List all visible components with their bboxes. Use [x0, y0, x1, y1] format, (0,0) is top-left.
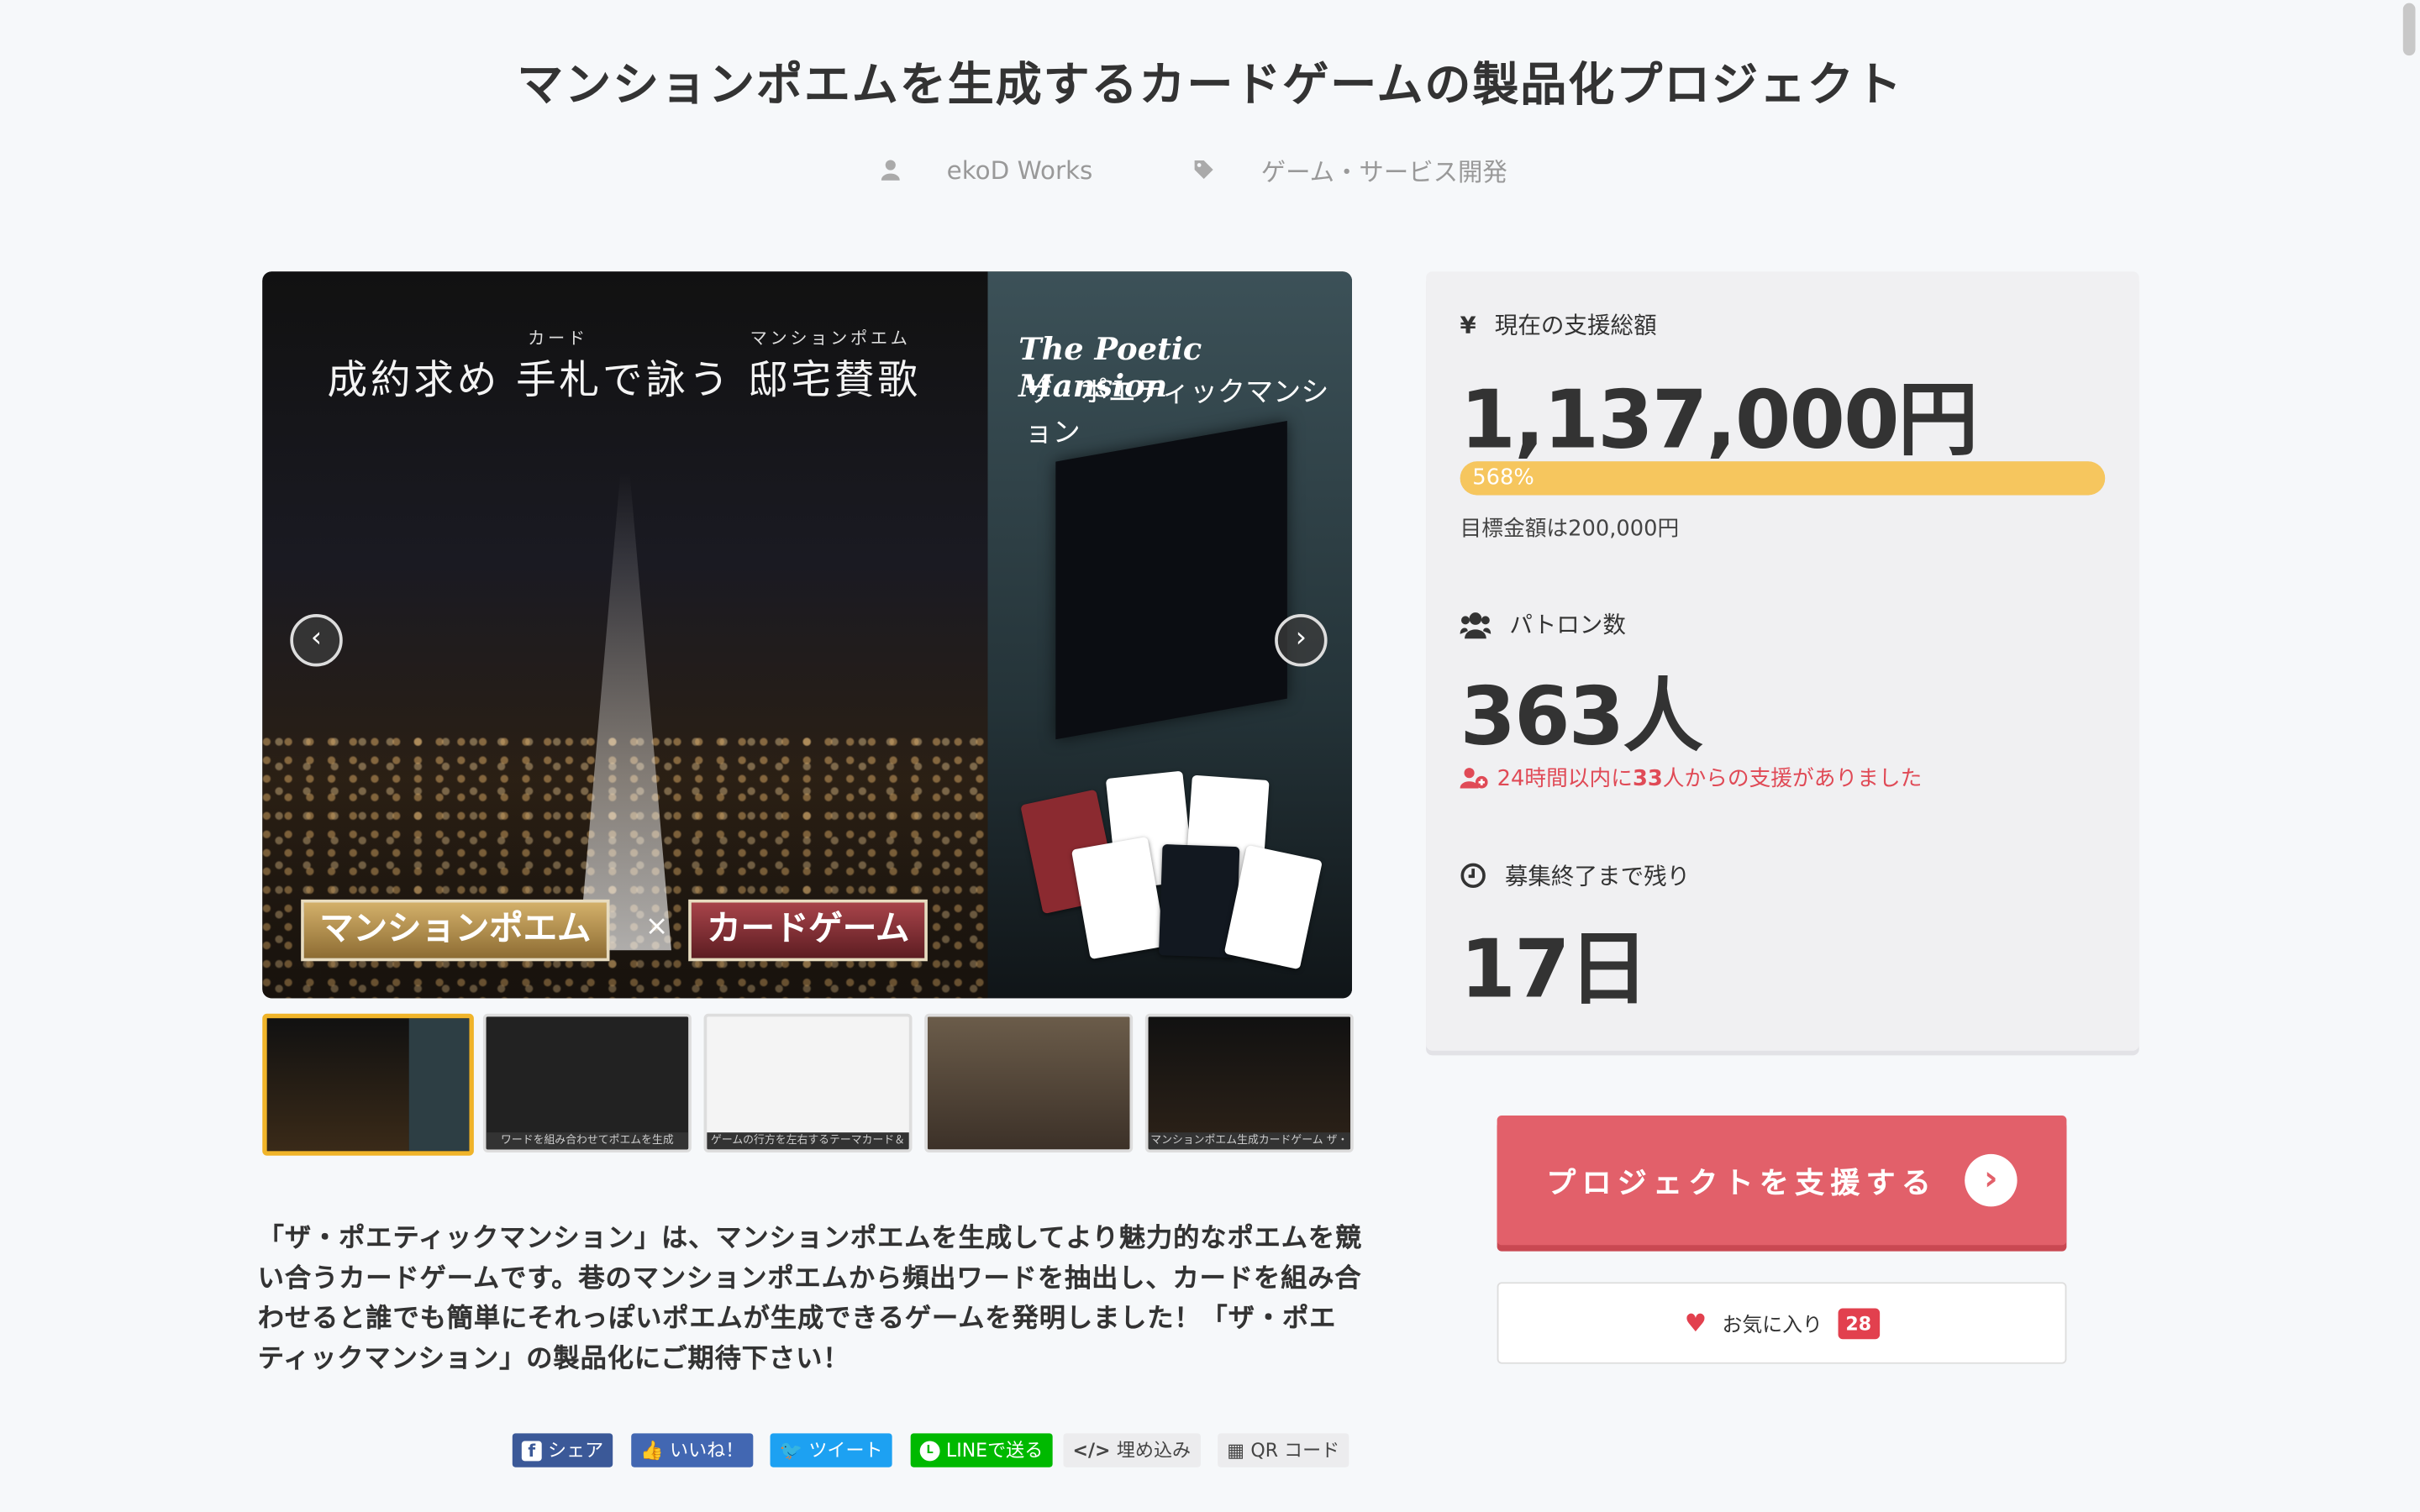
thumb-bg: [266, 1018, 409, 1152]
favorite-label: お気に入り: [1722, 1314, 1823, 1338]
badge-card-game: カードゲーム: [688, 899, 929, 962]
facebook-share-button[interactable]: f シェア: [512, 1433, 613, 1467]
headline-ruby-poem: マンションポエム: [750, 328, 911, 349]
favorite-button[interactable]: ♥ お気に入り 28: [1497, 1282, 2067, 1364]
qr-code-icon: ▦: [1227, 1439, 1245, 1462]
twitter-icon: 🐦: [779, 1439, 803, 1462]
page-title: マンションポエムを生成するカードゲームの製品化プロジェクト: [517, 58, 1903, 113]
funding-label-text: 現在の支援総額: [1494, 312, 1657, 340]
funding-label: ¥ 現在の支援総額: [1460, 308, 1657, 341]
yen-icon: ¥: [1460, 311, 1476, 339]
times-sign: ×: [644, 910, 669, 943]
game-box: [1055, 421, 1287, 740]
facebook-icon: f: [521, 1440, 542, 1461]
users-icon: [1460, 612, 1491, 638]
clock-icon: [1460, 863, 1486, 889]
headline-ruby-card: カード: [528, 328, 588, 349]
support-project-button[interactable]: プロジェクトを支援する ›: [1497, 1115, 2067, 1246]
chevron-right-icon: ›: [1965, 1153, 2018, 1207]
next-slide-button[interactable]: ›: [1275, 614, 1328, 667]
thumbnail-2[interactable]: ワードを組み合わせてポエムを生成: [482, 1013, 692, 1153]
category-name: ゲーム・サービス開発: [1260, 157, 1507, 187]
line-share-label: LINEで送る: [945, 1439, 1044, 1462]
funding-progress-bar: 568%: [1460, 461, 2106, 496]
funding-amount: 1,137,000円: [1460, 375, 1979, 468]
code-icon: </>: [1072, 1439, 1111, 1462]
user-plus-icon: [1460, 768, 1488, 789]
project-meta: ekoD Works ゲーム・サービス開発: [0, 151, 2420, 188]
remaining-days: 17日: [1460, 924, 1649, 1017]
light-beam: [578, 472, 671, 951]
user-icon: [881, 160, 901, 181]
scrollbar[interactable]: [2398, 0, 2420, 1512]
thumbnail-caption: ワードを組み合わせてポエムを生成: [486, 1132, 689, 1150]
thumbnail-4[interactable]: [924, 1013, 1134, 1153]
author-name: ekoD Works: [946, 155, 1093, 185]
line-icon: L: [919, 1440, 940, 1461]
qr-code-label: QR コード: [1250, 1439, 1340, 1462]
thumbnail-caption: ゲームの行方を左右するテーマカード＆アクションカード: [707, 1132, 909, 1150]
qr-code-button[interactable]: ▦ QR コード: [1218, 1433, 1349, 1467]
funding-goal: 目標金額は200,000円: [1460, 517, 1680, 542]
recent-count: 33: [1632, 766, 1663, 792]
facebook-share-label: シェア: [548, 1439, 604, 1462]
hero-image: カード マンションポエム 成約求め 手札で詠う 邸宅賛歌 マンションポエム × …: [262, 271, 1352, 999]
thumbnail-caption: マンションポエム生成カードゲーム ザ・ポエティックマンション: [1148, 1132, 1351, 1150]
favorite-count-badge: 28: [1838, 1307, 1880, 1339]
embed-button[interactable]: </> 埋め込み: [1063, 1433, 1201, 1467]
tweet-label: ツイート: [808, 1439, 883, 1462]
recent-support-note: 24時間以内に33人からの支援がありました: [1460, 762, 1923, 793]
recent-suffix: 人からの支援がありました: [1662, 766, 1923, 792]
facebook-like-label: いいね！: [670, 1439, 744, 1462]
project-page: マンションポエムを生成するカードゲームの製品化プロジェクト ekoD Works…: [0, 0, 2420, 1512]
thumbnail-3[interactable]: ゲームの行方を左右するテーマカード＆アクションカード: [703, 1013, 913, 1153]
badge-mansion-poem: マンションポエム: [301, 899, 610, 962]
patrons-count: 363人: [1460, 670, 1703, 764]
hero-left-panel: カード マンションポエム 成約求め 手札で詠う 邸宅賛歌 マンションポエム × …: [262, 271, 988, 999]
embed-label: 埋め込み: [1116, 1439, 1192, 1462]
tag-icon: [1194, 160, 1213, 180]
patrons-label-text: パトロン数: [1509, 611, 1626, 639]
thumbnail-1[interactable]: [262, 1013, 474, 1156]
recent-prefix: 24時間以内に: [1497, 766, 1633, 792]
author[interactable]: ekoD Works: [881, 155, 1123, 185]
thumbnail-5[interactable]: マンションポエム生成カードゲーム ザ・ポエティックマンション: [1144, 1013, 1354, 1153]
facebook-like-button[interactable]: 👍 いいね！: [631, 1433, 754, 1467]
funding-stats-panel: ¥ 現在の支援総額 1,137,000円 568% 目標金額は200,000円 …: [1426, 271, 2139, 1051]
tweet-button[interactable]: 🐦 ツイート: [770, 1433, 892, 1467]
remaining-label-text: 募集終了まで残り: [1504, 862, 1691, 890]
remaining-label: 募集終了まで残り: [1460, 859, 1691, 892]
support-button-label: プロジェクトを支援する: [1546, 1165, 1938, 1200]
scrollbar-thumb[interactable]: [2402, 3, 2416, 56]
progress-fill: 568%: [1460, 461, 2106, 496]
thumbs-up-icon: 👍: [640, 1439, 664, 1462]
category[interactable]: ゲーム・サービス開発: [1193, 151, 1539, 188]
thumbnail-strip: ワードを組み合わせてポエムを生成 ゲームの行方を左右するテーマカード＆アクション…: [262, 1013, 1354, 1156]
line-share-button[interactable]: L LINEで送る: [910, 1433, 1053, 1467]
patrons-label: パトロン数: [1460, 608, 1626, 641]
project-description: 「ザ・ポエティックマンション」は、マンションポエムを生成してより魅力的なポエムを…: [257, 1223, 1363, 1375]
heart-icon: ♥: [1684, 1308, 1707, 1338]
prev-slide-button[interactable]: ‹: [290, 614, 343, 667]
hero-headline: 成約求め 手札で詠う 邸宅賛歌: [327, 358, 921, 405]
thumb-bg: [408, 1018, 470, 1152]
